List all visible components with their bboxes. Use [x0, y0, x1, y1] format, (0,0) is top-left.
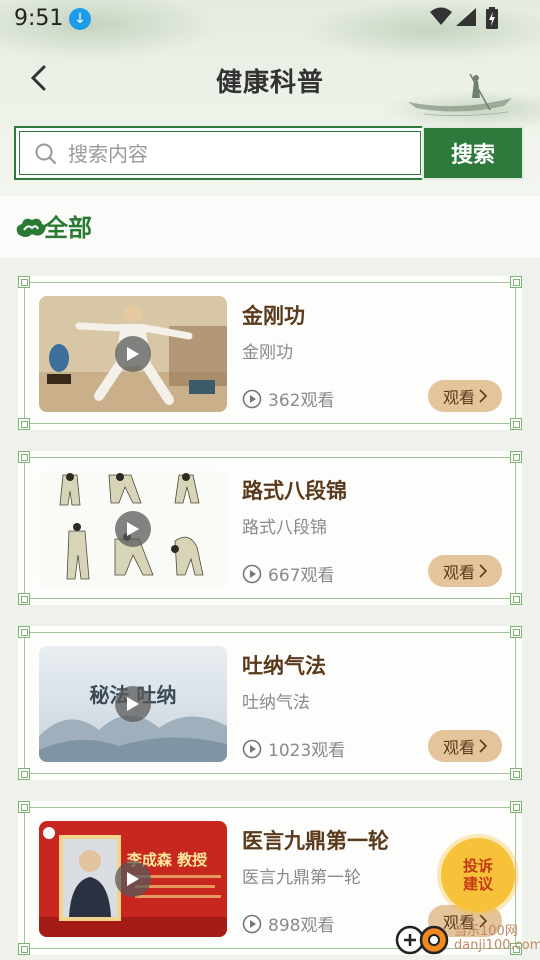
video-title: 吐纳气法 — [242, 654, 326, 678]
status-bar: 9:51 ↓ — [0, 0, 540, 38]
view-count: 362观看 — [242, 386, 334, 411]
watch-button-label: 观看 — [442, 388, 475, 407]
video-subtitle: 吐纳气法 — [242, 693, 310, 713]
chevron-right-icon — [479, 739, 487, 753]
video-subtitle: 路式八段锦 — [242, 518, 327, 538]
watermark-logo-icon — [395, 925, 449, 955]
search-icon — [35, 143, 57, 165]
view-count-text: 362观看 — [268, 391, 335, 411]
complaint-suggestion-button[interactable]: 投诉建议 — [441, 838, 515, 912]
category-tab-all[interactable]: 全部 — [44, 208, 92, 243]
battery-icon — [486, 7, 498, 29]
watch-button[interactable]: 观看 — [428, 555, 502, 587]
play-icon[interactable] — [115, 861, 151, 897]
view-count-text: 667观看 — [268, 566, 335, 586]
video-title: 医言九鼎第一轮 — [242, 829, 389, 853]
view-count: 898观看 — [242, 911, 334, 936]
play-circle-icon — [242, 564, 262, 583]
site-watermark: 当乐100网 danji100.com — [394, 922, 540, 956]
video-subtitle: 医言九鼎第一轮 — [242, 868, 361, 888]
video-thumbnail[interactable]: 秘法 吐纳 — [39, 646, 227, 762]
video-card[interactable]: 路式八段锦 路式八段锦 667观看 观看 — [18, 451, 522, 605]
chevron-right-icon — [479, 389, 487, 403]
play-icon[interactable] — [115, 686, 151, 722]
status-time: 9:51 — [14, 6, 64, 31]
video-thumbnail[interactable] — [39, 471, 227, 587]
view-count: 667观看 — [242, 561, 334, 586]
watch-button[interactable]: 观看 — [428, 730, 502, 762]
play-circle-icon — [242, 914, 262, 933]
watermark-line1: 当乐100网 — [454, 924, 518, 939]
watermark-line2: danji100.com — [454, 938, 540, 953]
complaint-label: 投诉建议 — [462, 857, 493, 893]
video-card[interactable]: 金刚功 金刚功 362观看 观看 — [18, 276, 522, 430]
video-thumbnail[interactable]: 李成森 教授 — [39, 821, 227, 937]
search-box — [14, 126, 426, 180]
auspicious-cloud-icon — [16, 218, 46, 237]
search-input[interactable] — [66, 136, 410, 172]
wifi-icon — [430, 7, 452, 25]
search-button[interactable]: 搜索 — [422, 126, 524, 180]
video-card[interactable]: 秘法 吐纳 吐纳气法 吐纳气法 1023观看 观看 — [18, 626, 522, 780]
video-thumbnail[interactable] — [39, 296, 227, 412]
watch-button-label: 观看 — [442, 738, 475, 757]
watch-button-label: 观看 — [442, 563, 475, 582]
watch-button[interactable]: 观看 — [428, 380, 502, 412]
download-icon: ↓ — [69, 8, 91, 30]
video-title: 金刚功 — [242, 304, 305, 328]
video-subtitle: 金刚功 — [242, 343, 293, 363]
play-icon[interactable] — [115, 336, 151, 372]
fisherman-boat-icon — [408, 73, 512, 117]
play-icon[interactable] — [115, 511, 151, 547]
category-bar: 全部 — [0, 196, 540, 258]
view-count-text: 1023观看 — [268, 741, 346, 761]
chevron-right-icon — [479, 564, 487, 578]
play-circle-icon — [242, 739, 262, 758]
view-count-text: 898观看 — [268, 916, 335, 936]
view-count: 1023观看 — [242, 736, 345, 761]
signal-icon — [456, 8, 476, 26]
video-title: 路式八段锦 — [242, 479, 347, 503]
play-circle-icon — [242, 389, 262, 408]
